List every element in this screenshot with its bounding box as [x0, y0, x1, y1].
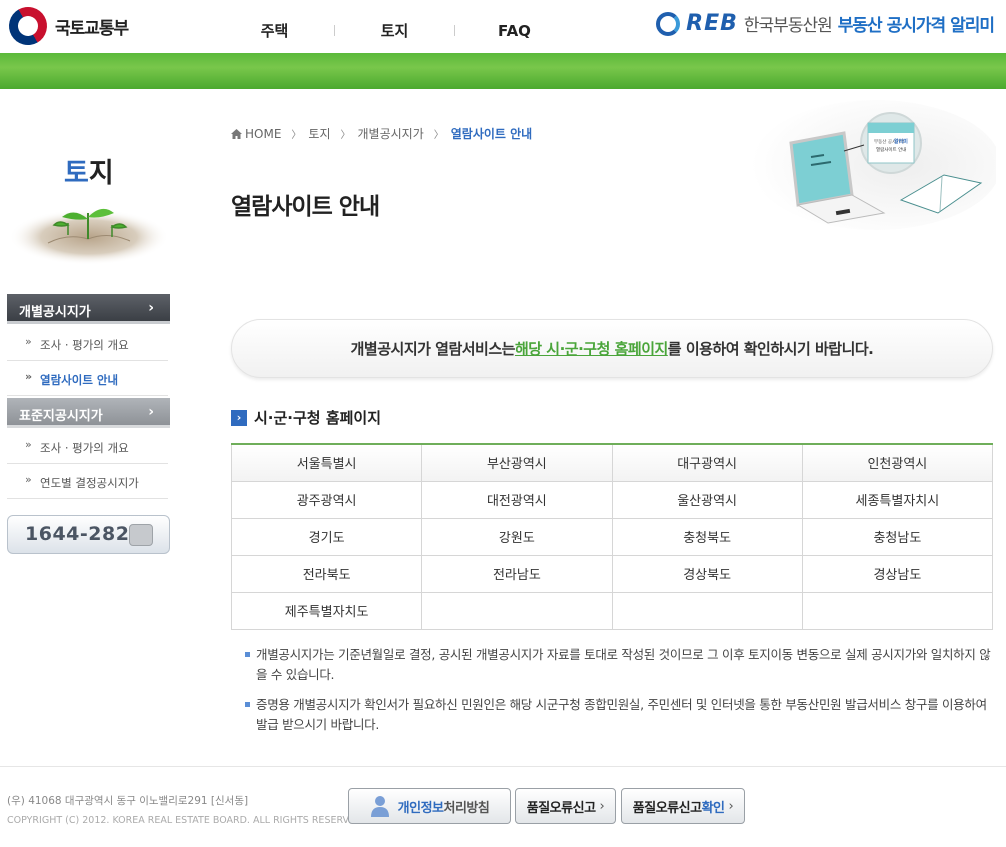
sidebar-item-survey-overview[interactable]: 조사 · 평가의 개요 [7, 326, 168, 361]
section-title-text: 시·군·구청 홈페이지 [254, 409, 382, 427]
region-homepage-table: 서울특별시 부산광역시 대구광역시 인천광역시 광주광역시 대전광역시 울산광역… [230, 443, 994, 630]
region-link-daejeon[interactable]: 대전광역시 [421, 480, 613, 519]
region-link-chungbuk[interactable]: 충청북도 [611, 517, 803, 556]
sprout-illustration [9, 208, 169, 265]
notice-text-after: 를 이용하여 확인하시기 바랍니다. [667, 340, 874, 358]
laptop-illustration: 부동산 공시가격 알리미 열람사이트 안내 [751, 100, 996, 230]
nav-housing[interactable]: 주택 [218, 20, 331, 41]
note-item: 증명용 개별공시지가 확인서가 필요하신 민원인은 해당 시군구청 종합민원실,… [244, 695, 994, 735]
region-link-incheon[interactable]: 인천광역시 [801, 443, 994, 482]
site-header: 국토교통부 주택 토지 FAQ REB 한국부동산원 부동산 공시가격 알리미 [0, 0, 1006, 53]
telephone-icon [129, 524, 153, 546]
table-row: 광주광역시 대전광역시 울산광역시 세종특별자치시 [230, 480, 994, 519]
sidebar-title: 토지 [64, 151, 114, 190]
region-link-seoul[interactable]: 서울특별시 [230, 443, 423, 482]
page-title: 열람사이트 안내 [231, 194, 380, 220]
chevron-right-icon: › [148, 300, 154, 316]
global-nav: 주택 토지 FAQ [218, 20, 571, 41]
region-link-jeonnam[interactable]: 전라남도 [421, 554, 613, 593]
footer-address: (우) 41068 대구광역시 동구 이노밸리로291 [신서동] [7, 795, 249, 807]
green-banner-bar [0, 53, 1006, 89]
nav-divider [334, 25, 335, 36]
check-label-blue: 확인 [701, 800, 725, 816]
region-link-gangwon[interactable]: 강원도 [421, 517, 613, 556]
quality-error-check-button[interactable]: 품질오류신고 확인 › [621, 788, 745, 824]
notes-list: 개별공시지가는 기준년월일로 결정, 공시된 개별공시지가 자료를 토대로 작성… [244, 645, 994, 745]
brand-org: 한국부동산원 [743, 16, 833, 36]
section-title: › 시·군·구청 홈페이지 [231, 407, 381, 428]
breadcrumb-current: 열람사이트 안내 [450, 127, 533, 141]
sidebar-item-standard-survey-overview[interactable]: 조사 · 평가의 개요 [7, 429, 168, 464]
footer-divider [0, 766, 1006, 767]
arrow-box-icon: › [231, 409, 247, 426]
region-link-jeju[interactable]: 제주특별자치도 [230, 591, 423, 630]
nav-divider [454, 25, 455, 36]
chevron-right-icon: › [148, 404, 154, 420]
region-link-busan[interactable]: 부산광역시 [421, 443, 613, 482]
brand-service-prefix: 부동산 공시가격 [837, 16, 946, 36]
home-icon [231, 128, 242, 139]
table-row: 경기도 강원도 충청북도 충청남도 [230, 517, 994, 556]
table-row: 제주특별자치도 [230, 591, 994, 630]
region-link-gyeonggi[interactable]: 경기도 [230, 517, 423, 556]
table-row: 서울특별시 부산광역시 대구광역시 인천광역시 [230, 443, 994, 482]
nav-faq[interactable]: FAQ [458, 22, 571, 40]
sidebar-menu-label: 표준지공시지가 [19, 409, 103, 424]
ministry-name: 국토교통부 [55, 18, 129, 39]
privacy-label-blue: 개인정보 [397, 800, 444, 816]
report-label: 품질오류신고 [526, 800, 596, 816]
breadcrumb-home[interactable]: HOME [245, 127, 281, 141]
table-row: 전라북도 전라남도 경상북도 경상남도 [230, 554, 994, 593]
region-link-gwangju[interactable]: 광주광역시 [230, 480, 423, 519]
note-item: 개별공시지가는 기준년월일로 결정, 공시된 개별공시지가 자료를 토대로 작성… [244, 645, 994, 685]
chevron-right-icon: 〉 [433, 130, 444, 141]
sidebar-title-first: 토 [64, 158, 89, 189]
region-link-gyeongbuk[interactable]: 경상북도 [611, 554, 803, 593]
notice-text-before: 개별공시지가 열람서비스는 [350, 340, 516, 358]
chevron-right-icon: 〉 [291, 130, 302, 141]
quality-error-report-button[interactable]: 품질오류신고 › [515, 788, 616, 824]
sidebar-menu-individual-land-price[interactable]: 개별공시지가 › [7, 294, 170, 324]
ministry-logo[interactable]: 국토교통부 [2, 0, 129, 52]
notice-banner: 개별공시지가 열람서비스는 해당 시·군·구청 홈페이지 를 이용하여 확인하시기… [231, 319, 993, 378]
chevron-right-icon: › [728, 798, 734, 814]
phone-number: 1644-2828 [25, 523, 144, 545]
illustration-screen-text: 열람사이트 안내 [876, 146, 906, 153]
region-link-gyeongnam[interactable]: 경상남도 [801, 554, 994, 593]
sidebar-title-rest: 지 [88, 158, 114, 189]
breadcrumb-land[interactable]: 토지 [308, 125, 330, 142]
empty-cell [801, 591, 994, 630]
brand-logo[interactable]: REB 한국부동산원 부동산 공시가격 알리미 [656, 11, 995, 36]
empty-cell [611, 591, 803, 630]
footer-copyright: COPYRIGHT (C) 2012. KOREA REAL ESTATE BO… [7, 815, 366, 826]
person-icon [370, 796, 389, 817]
call-center-phone: 1644-2828 [7, 515, 170, 554]
reb-logo-text: REB [686, 11, 738, 36]
check-label-prefix: 품질오류신고 [632, 800, 702, 816]
chevron-right-icon: › [599, 798, 605, 814]
sidebar-item-viewing-site-guide[interactable]: 열람사이트 안내 [7, 361, 168, 396]
government-emblem-icon [2, 0, 54, 52]
region-link-daegu[interactable]: 대구광역시 [611, 443, 803, 482]
chevron-right-icon: 〉 [340, 130, 351, 141]
region-link-sejong[interactable]: 세종특별자치시 [801, 480, 994, 519]
brand-service: 부동산 공시가격 알리미 [837, 11, 995, 36]
brand-service-suffix: 알리미 [950, 16, 995, 36]
empty-cell [421, 591, 613, 630]
sidebar-item-yearly-land-price[interactable]: 연도별 결정공시지가 [7, 464, 168, 499]
privacy-policy-button[interactable]: 개인정보 처리방침 [348, 788, 511, 824]
notice-highlight: 해당 시·군·구청 홈페이지 [514, 340, 668, 358]
region-link-ulsan[interactable]: 울산광역시 [611, 480, 803, 519]
breadcrumb: HOME 〉 토지 〉 개별공시지가 〉 열람사이트 안내 [231, 125, 532, 142]
nav-land[interactable]: 토지 [338, 20, 451, 41]
sidebar-menu-label: 개별공시지가 [19, 305, 91, 320]
region-link-jeonbuk[interactable]: 전라북도 [230, 554, 423, 593]
breadcrumb-individual-land-price[interactable]: 개별공시지가 [358, 125, 424, 142]
illustration-screen-text: 알리미 [894, 138, 908, 145]
region-link-chungnam[interactable]: 충청남도 [801, 517, 994, 556]
privacy-label-rest: 처리방침 [443, 800, 490, 816]
sidebar-menu-standard-land-price[interactable]: 표준지공시지가 › [7, 398, 170, 428]
reb-swirl-icon [656, 11, 681, 36]
